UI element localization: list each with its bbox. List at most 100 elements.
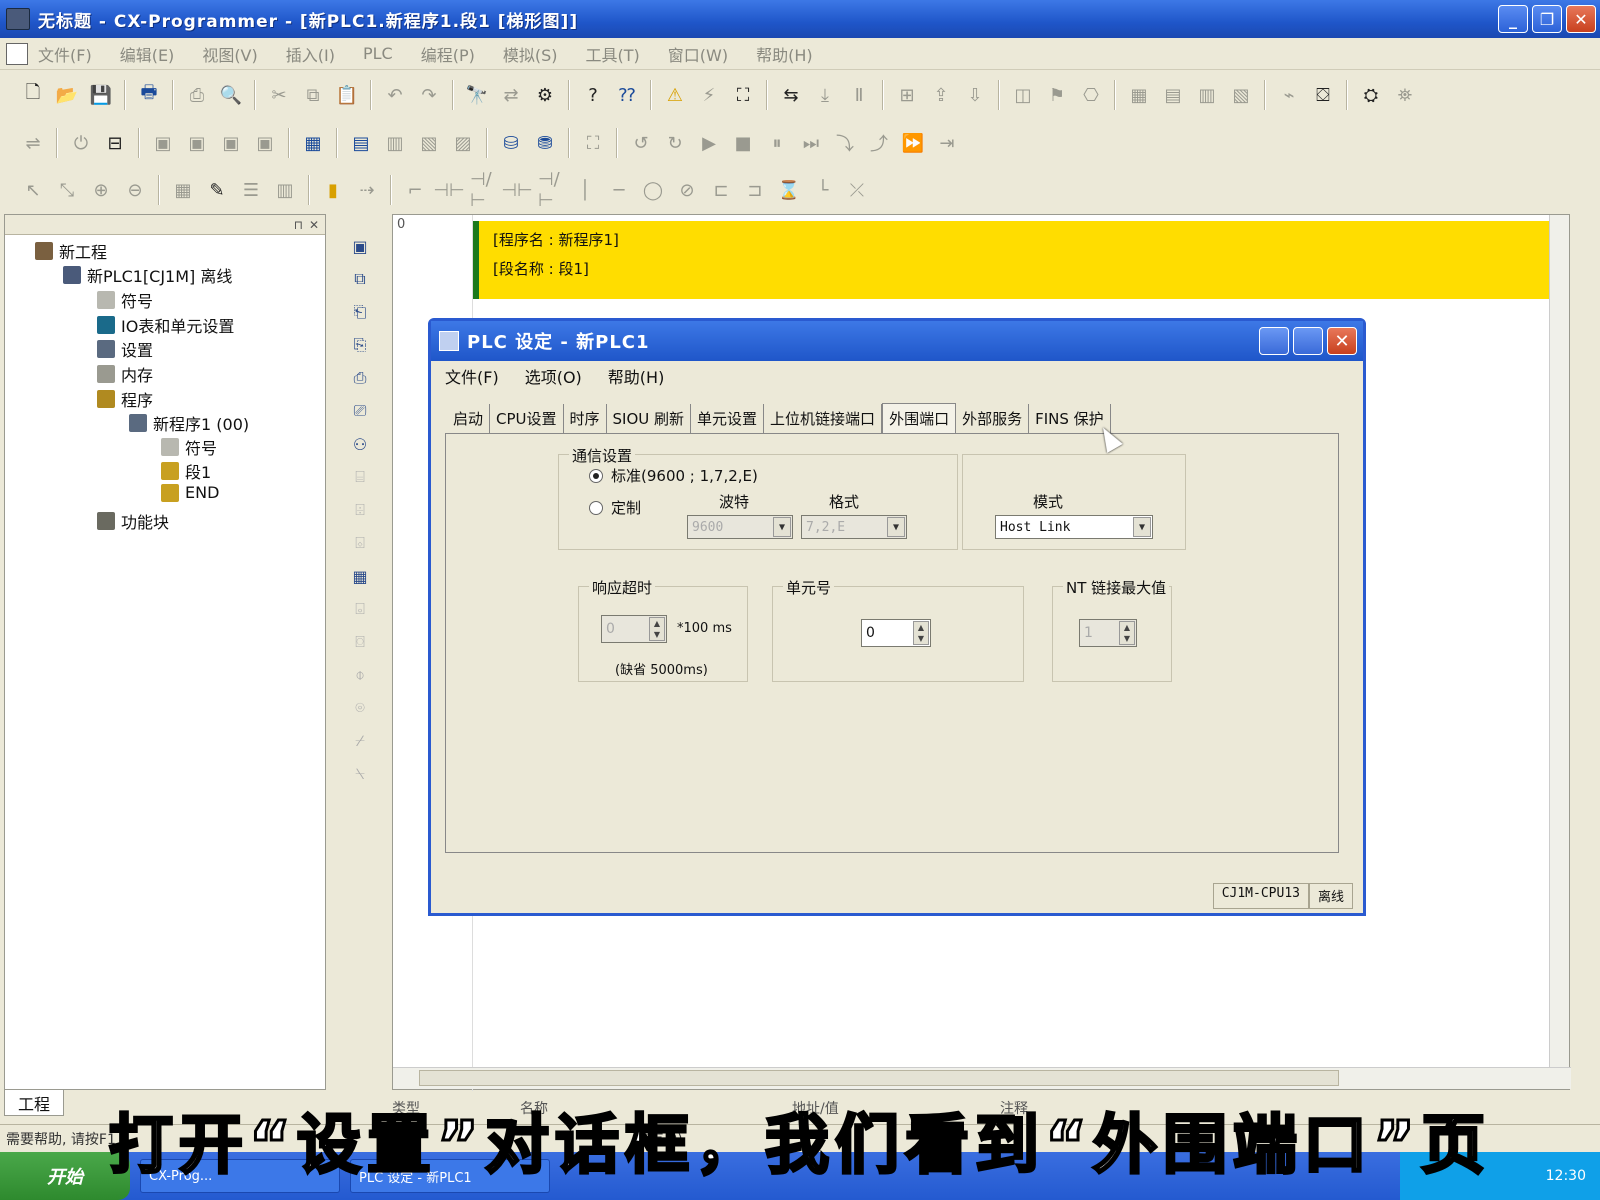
restore-button[interactable]: ❐ (1532, 5, 1562, 33)
menu-file[interactable]: 文件(F) (38, 42, 92, 66)
horizontal-line-icon[interactable]: ─ (606, 177, 632, 203)
tab-external-service[interactable]: 外部服务 (956, 404, 1030, 433)
copy-icon[interactable]: ⧉ (300, 82, 326, 108)
tab-siou-refresh[interactable]: SIOU 刷新 (607, 404, 692, 433)
minimize-button[interactable]: _ (1498, 5, 1528, 33)
window-c-icon[interactable]: ⎙ (347, 365, 373, 391)
preview-icon[interactable]: 🔍 (218, 82, 244, 108)
tab-host-link-port[interactable]: 上位机链接端口 (764, 404, 883, 433)
mode-select[interactable]: Host Link ▼ (995, 515, 1153, 539)
comment-icon[interactable]: ✎ (204, 177, 230, 203)
print-icon[interactable]: ⎙ (184, 82, 210, 108)
tree-item-program-symbols[interactable]: 符号 (161, 435, 217, 459)
nt-link-spinner[interactable]: 1 ▲ ▼ (1079, 619, 1137, 647)
download-icon[interactable]: ⇩ (962, 82, 988, 108)
tab-unit-settings[interactable]: 单元设置 (691, 404, 765, 433)
tab-peripheral-port[interactable]: 外围端口 (882, 403, 957, 433)
tree-item-io-table[interactable]: IO表和单元设置 (97, 313, 234, 337)
mode-d-icon[interactable]: ▣ (252, 130, 278, 156)
disabled-h-icon[interactable]: ⌿ (347, 728, 373, 754)
disabled-c-icon[interactable]: ⌺ (347, 530, 373, 556)
step-a-icon[interactable]: ↺ (628, 130, 654, 156)
tool-d-icon[interactable]: ⛯ (1392, 82, 1418, 108)
coil-nc-icon[interactable]: ⊘ (674, 177, 700, 203)
force-icon[interactable]: ⛶ (580, 130, 606, 156)
stop-icon[interactable]: ■ (730, 130, 756, 156)
menu-plc[interactable]: PLC (363, 44, 393, 63)
replace-icon[interactable]: ⇄ (498, 82, 524, 108)
tree-item-settings[interactable]: 设置 (97, 337, 153, 361)
instruction-2-icon[interactable]: ⊐ (742, 177, 768, 203)
tree-item-memory[interactable]: 内存 (97, 362, 153, 386)
disabled-d-icon[interactable]: ⌻ (347, 596, 373, 622)
line-up-icon[interactable]: └ (810, 177, 836, 203)
disabled-e-icon[interactable]: ⌼ (347, 629, 373, 655)
disabled-a-icon[interactable]: ⌸ (347, 464, 373, 490)
tool-c-icon[interactable]: ⛭ (1358, 82, 1384, 108)
help-icon[interactable]: ? (580, 82, 606, 108)
radio-dot[interactable] (589, 500, 603, 515)
dialog-maximize-button[interactable] (1293, 327, 1323, 355)
step-b-icon[interactable]: ↻ (662, 130, 688, 156)
menu-edit[interactable]: 编辑(E) (120, 42, 175, 66)
contact-no-icon[interactable]: ⊣⊢ (433, 177, 464, 203)
cut-icon[interactable]: ✂ (266, 82, 292, 108)
unit-number-spinner[interactable]: 0 ▲ ▼ (861, 619, 931, 647)
tree-item-symbols[interactable]: 符号 (97, 288, 153, 312)
coil-icon[interactable]: ◯ (640, 177, 666, 203)
mode-b-icon[interactable]: ▣ (184, 130, 210, 156)
dialog-close-button[interactable]: ✕ (1327, 327, 1357, 355)
power-icon[interactable]: ⏻ (68, 130, 94, 156)
baud-select[interactable]: 9600 ▼ (687, 515, 793, 539)
view-b-icon[interactable]: ▥ (382, 130, 408, 156)
view-a-icon[interactable]: ▤ (348, 130, 374, 156)
context-help-icon[interactable]: ⁇ (614, 82, 640, 108)
tree-item-plc[interactable]: 新PLC1[CJ1M] 离线 (63, 263, 232, 287)
response-timeout-spinner[interactable]: 0 ▲ ▼ (601, 615, 667, 643)
memory-view-2-icon[interactable]: ▤ (1160, 82, 1186, 108)
dialog-menu-help[interactable]: 帮助(H) (608, 364, 665, 388)
spinner-arrows-icon[interactable]: ▲ ▼ (649, 617, 665, 641)
instruction-icon[interactable]: ⊏ (708, 177, 734, 203)
jump-icon[interactable]: ⇢ (354, 177, 380, 203)
paste-icon[interactable]: 📋 (334, 82, 360, 108)
tab-cpu-settings[interactable]: CPU设置 (490, 404, 564, 433)
contact-nc-icon[interactable]: ⊣/⊢ (470, 169, 496, 211)
tree-panel-close-icon[interactable]: ✕ (309, 218, 319, 232)
window-d-icon[interactable]: ⎚ (347, 398, 373, 424)
dialog-menu-options[interactable]: 选项(O) (525, 364, 582, 388)
spinner-arrows-icon[interactable]: ▲ ▼ (1119, 621, 1135, 645)
window-a-icon[interactable]: ⎗ (347, 299, 373, 325)
window-b-icon[interactable]: ⎘ (347, 332, 373, 358)
menu-view[interactable]: 视图(V) (202, 42, 257, 66)
vertical-scrollbar[interactable] (1549, 215, 1569, 1069)
menu-window[interactable]: 窗口(W) (668, 42, 728, 66)
step-in-icon[interactable]: ⤵ (832, 130, 858, 156)
menu-insert[interactable]: 插入(I) (286, 42, 335, 66)
timer-icon[interactable]: ⌛ (776, 177, 802, 203)
redo-icon[interactable]: ↷ (416, 82, 442, 108)
line-delete-icon[interactable]: ⤫ (844, 177, 870, 203)
mode-c-icon[interactable]: ▣ (218, 130, 244, 156)
output-window-icon[interactable]: ▦ (347, 563, 373, 589)
bookmark-icon[interactable]: ▮ (320, 177, 346, 203)
contact-or-nc-icon[interactable]: ⊣/⊢ (538, 169, 564, 211)
close-button[interactable]: ✕ (1566, 5, 1596, 33)
undo-icon[interactable]: ↶ (382, 82, 408, 108)
upload-icon[interactable]: ⇪ (928, 82, 954, 108)
menu-tools[interactable]: 工具(T) (586, 42, 640, 66)
cross-reference-icon[interactable]: ⚙ (532, 82, 558, 108)
radio-dot[interactable] (589, 468, 603, 483)
warning-icon[interactable]: ⚠ (662, 82, 688, 108)
horizontal-scrollbar[interactable] (393, 1067, 1571, 1089)
zoom-in-icon[interactable]: ⊕ (88, 177, 114, 203)
debug-icon[interactable]: ⚑ (1044, 82, 1070, 108)
memory-view-4-icon[interactable]: ▧ (1228, 82, 1254, 108)
transfer-icon[interactable]: ⤓ (812, 82, 838, 108)
tool-b-icon[interactable]: ⛋ (1310, 82, 1336, 108)
tree-item-programs[interactable]: 程序 (97, 387, 153, 411)
contact-or-icon[interactable]: ⊣⊢ (501, 177, 532, 203)
play-icon[interactable]: ▶ (696, 130, 722, 156)
tree-panel-dock-icon[interactable]: ⊓ (294, 218, 303, 232)
monitor-icon[interactable]: ◫ (1010, 82, 1036, 108)
